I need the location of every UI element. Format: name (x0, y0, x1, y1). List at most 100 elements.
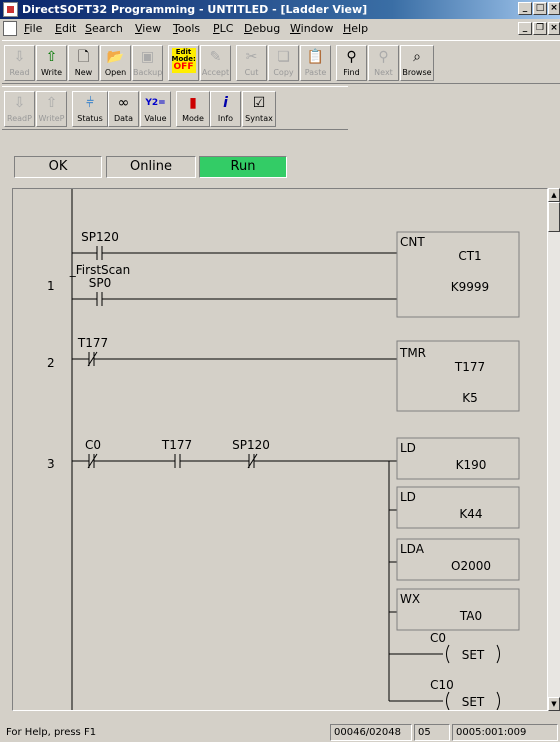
syntax-button[interactable]: ☑ Syntax (242, 91, 276, 127)
menu-search[interactable]: Search (85, 22, 123, 35)
title-bar: DirectSOFT32 Programming - UNTITLED - [L… (0, 0, 560, 19)
help-hint: For Help, press F1 (6, 727, 97, 738)
copy-icon: ❏ (277, 49, 290, 65)
find-button[interactable]: ⚲ Find (336, 45, 367, 81)
mode-button[interactable]: ▮ Mode (176, 91, 210, 127)
write-icon: ⇧ (45, 49, 58, 65)
write-button[interactable]: ⇧ Write (36, 45, 67, 81)
value-button[interactable]: Y2= Value (140, 91, 171, 127)
coil-address: C10 (430, 678, 454, 692)
menu-plc[interactable]: PLC (213, 22, 233, 35)
menu-window[interactable]: Window (290, 22, 333, 35)
data-button[interactable]: ∞ Data (108, 91, 139, 127)
vertical-scrollbar[interactable]: ▲ ▼ (548, 188, 560, 711)
info-icon: i (223, 95, 228, 111)
accept-icon: ✎ (209, 49, 222, 65)
contact-label: SP0 (89, 276, 112, 290)
maximize-button[interactable]: □ (533, 2, 547, 15)
plc-status-bar: OK Online Run (0, 150, 560, 180)
cut-button[interactable]: ✂ Cut (236, 45, 267, 81)
open-button[interactable]: 📂 Open (100, 45, 131, 81)
scroll-down-arrow-icon[interactable]: ▼ (548, 697, 560, 711)
close-button[interactable]: × (548, 2, 560, 15)
syntax-check-icon: ☑ (252, 95, 266, 111)
scissors-icon: ✂ (245, 49, 258, 65)
menu-view[interactable]: View (135, 22, 161, 35)
doc-minimize-button[interactable]: _ (518, 22, 532, 35)
main-toolbar: ⇩ Read ⇧ Write 🗋 New 📂 Open ▣ Backup Edit Mod… (2, 40, 560, 84)
browse-button[interactable]: ⌕ Browse (400, 45, 434, 81)
box-operand: O2000 (451, 559, 491, 573)
writep-icon: ⇧ (45, 95, 58, 111)
box-preset: K5 (462, 391, 478, 405)
status-bar: For Help, press F1 00046/02048 05 0005:0… (0, 722, 560, 742)
browse-icon: ⌕ (413, 49, 421, 65)
menu-tools[interactable]: Tools (173, 22, 200, 35)
menu-edit[interactable]: Edit (55, 22, 76, 35)
open-folder-icon: 📂 (106, 49, 125, 65)
backup-icon: ▣ (140, 49, 155, 65)
rung-number-2: 2 (47, 356, 55, 370)
menu-help[interactable]: Help (343, 22, 368, 35)
new-file-icon: 🗋 (77, 49, 90, 65)
column-indicator: 05 (414, 724, 450, 741)
binoculars-icon: ⚲ (346, 49, 357, 65)
secondary-toolbar: ⇩ ReadP ⇧ WriteP ⫩ Status ∞ Data Y2= Value ▮ M… (2, 86, 348, 130)
minimize-button[interactable]: _ (518, 2, 532, 15)
menu-bar: File Edit Search View Tools PLC Debug Wi… (0, 19, 560, 39)
box-operand: K190 (456, 458, 487, 472)
writep-button[interactable]: ⇧ WriteP (36, 91, 67, 127)
ladder-view[interactable]: 1 2 3 SP120 _FirstScan SP0 T177 C0 T177 … (12, 188, 548, 711)
copy-button[interactable]: ❏ Copy (268, 45, 299, 81)
rung-number-1: 1 (47, 279, 55, 293)
contact-label: SP120 (232, 438, 270, 452)
box-instruction: LD (400, 490, 416, 504)
box-instruction: LD (400, 441, 416, 455)
window-title: DirectSOFT32 Programming - UNTITLED - [L… (22, 3, 368, 16)
new-button[interactable]: 🗋 New (68, 45, 99, 81)
contact-label: T177 (77, 336, 108, 350)
app-icon[interactable] (3, 2, 18, 17)
edit-mode-icon: Edit Mode: OFF (171, 48, 196, 73)
coil-address: C0 (430, 631, 446, 645)
box-preset: K9999 (451, 280, 489, 294)
cursor-position: 0005:001:009 (452, 724, 558, 741)
paste-icon: 📋 (306, 49, 325, 65)
box-name: CT1 (458, 249, 481, 263)
status-button[interactable]: ⫩ Status (72, 91, 108, 127)
box-instruction: WX (400, 592, 420, 606)
next-button[interactable]: ⚲ Next (368, 45, 399, 81)
scroll-up-arrow-icon[interactable]: ▲ (548, 188, 560, 202)
box-operand: TA0 (459, 609, 482, 623)
document-icon[interactable] (3, 21, 17, 36)
contact-comment: _FirstScan (69, 263, 130, 277)
menu-file[interactable]: File (24, 22, 42, 35)
box-type: TMR (399, 346, 426, 360)
find-next-icon: ⚲ (378, 49, 389, 65)
paste-button[interactable]: 📋 Paste (300, 45, 331, 81)
accept-button[interactable]: ✎ Accept (200, 45, 231, 81)
contact-label: C0 (85, 438, 101, 452)
box-name: T177 (454, 360, 485, 374)
edit-mode-button[interactable]: Edit Mode: OFF (168, 45, 199, 81)
readp-icon: ⇩ (13, 95, 26, 111)
doc-restore-button[interactable]: ❐ (533, 22, 547, 35)
menu-debug[interactable]: Debug (244, 22, 280, 35)
data-glasses-icon: ∞ (117, 95, 130, 111)
ladder-diagram: 1 2 3 SP120 _FirstScan SP0 T177 C0 T177 … (47, 189, 520, 710)
memory-usage: 00046/02048 (330, 724, 412, 741)
backup-button[interactable]: ▣ Backup (132, 45, 163, 81)
doc-close-button[interactable]: × (548, 22, 560, 35)
traffic-light-icon: ▮ (189, 95, 197, 111)
contact-label: T177 (161, 438, 192, 452)
plc-run-indicator: Run (199, 156, 287, 178)
contact-label: SP120 (81, 230, 119, 244)
rung-number-3: 3 (47, 457, 55, 471)
scroll-thumb[interactable] (548, 202, 560, 232)
read-button[interactable]: ⇩ Read (4, 45, 35, 81)
box-instruction: LDA (400, 542, 425, 556)
status-icon: ⫩ (85, 95, 95, 111)
readp-button[interactable]: ⇩ ReadP (4, 91, 35, 127)
info-button[interactable]: i Info (210, 91, 241, 127)
coil-action: SET (462, 695, 485, 709)
